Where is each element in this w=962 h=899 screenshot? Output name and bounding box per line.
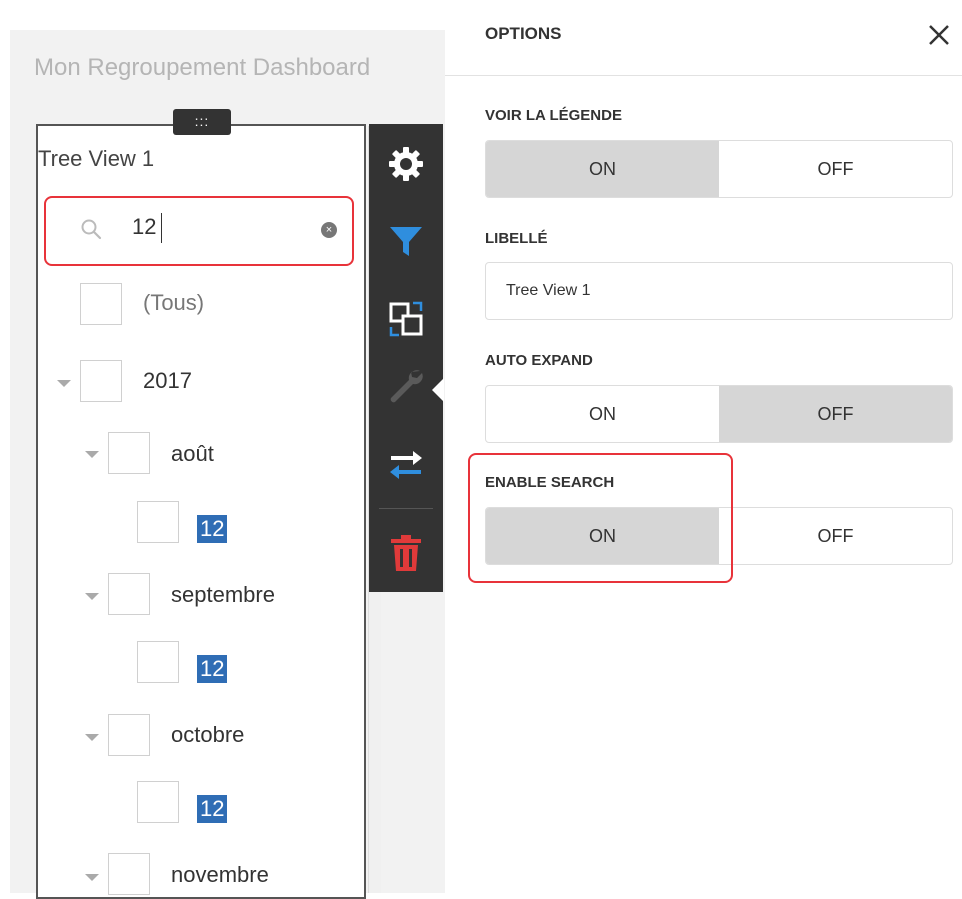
- auto-expand-toggle: ON OFF: [485, 385, 953, 443]
- convert-button[interactable]: [369, 284, 443, 354]
- checkbox-aout-12[interactable]: [137, 501, 179, 543]
- close-icon[interactable]: [924, 20, 954, 50]
- wrench-icon: [390, 370, 423, 403]
- swap-icon: [390, 451, 422, 479]
- enable-search-label: ENABLE SEARCH: [485, 474, 615, 491]
- options-panel-header: OPTIONS: [445, 0, 962, 76]
- caption-input[interactable]: [485, 262, 953, 320]
- convert-icon: [389, 301, 423, 337]
- settings-button[interactable]: [369, 129, 443, 199]
- checkbox-septembre[interactable]: [108, 573, 150, 615]
- swap-button[interactable]: [369, 430, 443, 500]
- collapse-arrow-icon[interactable]: [85, 451, 99, 458]
- tree-item-septembre-label: septembre: [171, 582, 275, 607]
- tree-item-aout-label: août: [171, 441, 214, 466]
- search-icon: [81, 219, 102, 240]
- toolbar-separator: [379, 508, 433, 509]
- item-toolbar: [369, 124, 443, 592]
- options-panel-title: OPTIONS: [485, 24, 562, 43]
- tree-item-octobre-12-label: 12: [197, 795, 228, 823]
- checkbox-septembre-12[interactable]: [137, 641, 179, 683]
- filter-icon: [390, 227, 422, 256]
- checkbox-novembre[interactable]: [108, 853, 150, 895]
- checkbox-octobre[interactable]: [108, 714, 150, 756]
- tree-item-aout-12-label: 12: [197, 515, 228, 543]
- dashboard-title: Mon Regroupement Dashboard: [34, 54, 371, 81]
- tree-view-caption: Tree View 1: [38, 146, 155, 171]
- checkbox-2017[interactable]: [80, 360, 122, 402]
- text-caret: [161, 213, 162, 243]
- enable-search-on[interactable]: ON: [486, 508, 719, 564]
- auto-expand-on[interactable]: ON: [486, 386, 719, 442]
- enable-search-toggle: ON OFF: [485, 507, 953, 565]
- collapse-arrow-icon[interactable]: [85, 874, 99, 881]
- auto-expand-label: AUTO EXPAND: [485, 352, 593, 369]
- show-legend-label: VOIR LA LÉGENDE: [485, 107, 622, 124]
- collapse-arrow-icon[interactable]: [85, 593, 99, 600]
- auto-expand-off[interactable]: OFF: [719, 386, 952, 442]
- delete-button[interactable]: [369, 518, 443, 588]
- checkbox-octobre-12[interactable]: [137, 781, 179, 823]
- checkbox-all[interactable]: [80, 283, 122, 325]
- tree-item-septembre-12-label: 12: [197, 655, 228, 683]
- tree-item-2017-label: 2017: [143, 368, 192, 393]
- collapse-arrow-icon[interactable]: [57, 380, 71, 387]
- filter-button[interactable]: [369, 206, 443, 276]
- trash-icon: [391, 535, 421, 571]
- drag-handle[interactable]: :::: [173, 109, 231, 135]
- tree-item-octobre-label: octobre: [171, 722, 245, 747]
- show-legend-on[interactable]: ON: [486, 141, 719, 197]
- panel-pointer: [432, 378, 444, 402]
- gear-icon: [389, 147, 423, 181]
- tree-item-all-label: (Tous): [143, 290, 205, 315]
- tree-item-novembre-label: novembre: [171, 862, 269, 887]
- checkbox-aout[interactable]: [108, 432, 150, 474]
- show-legend-toggle: ON OFF: [485, 140, 953, 198]
- enable-search-off[interactable]: OFF: [719, 508, 952, 564]
- show-legend-off[interactable]: OFF: [719, 141, 952, 197]
- collapse-arrow-icon[interactable]: [85, 734, 99, 741]
- search-input[interactable]: 12: [132, 214, 156, 240]
- caption-label: LIBELLÉ: [485, 230, 548, 247]
- options-panel: OPTIONS VOIR LA LÉGENDE ON OFF LIBELLÉ A…: [445, 0, 962, 893]
- clear-search-icon[interactable]: ×: [321, 222, 337, 238]
